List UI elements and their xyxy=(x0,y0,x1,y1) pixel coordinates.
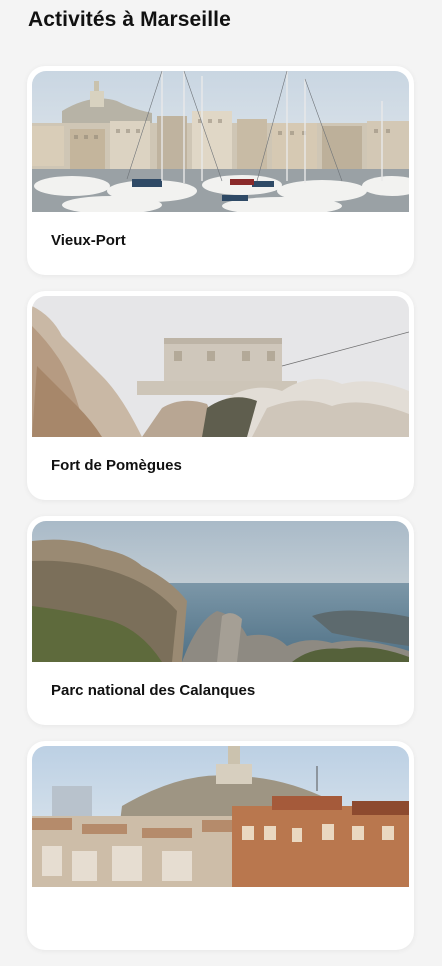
activity-photo-calanques xyxy=(32,521,409,662)
activity-card-vieux-port[interactable]: Vieux-Port xyxy=(27,66,414,275)
activity-title: Parc national des Calanques xyxy=(51,682,256,699)
page-title: Activités à Marseille xyxy=(28,8,231,31)
activity-photo-4 xyxy=(32,746,409,887)
activity-card-parc-national-des-calanques[interactable]: Parc national des Calanques xyxy=(27,516,414,725)
activity-title: Vieux-Port xyxy=(51,232,126,249)
activities-list: Vieux-Port Fort de Pomègues Parc nationa… xyxy=(27,66,414,966)
activity-card-fort-de-pomegues[interactable]: Fort de Pomègues xyxy=(27,291,414,500)
activity-photo-fort-de-pomegues xyxy=(32,296,409,437)
activity-photo-vieux-port xyxy=(32,71,409,212)
activity-card-4[interactable] xyxy=(27,741,414,950)
activity-title: Fort de Pomègues xyxy=(51,457,182,474)
